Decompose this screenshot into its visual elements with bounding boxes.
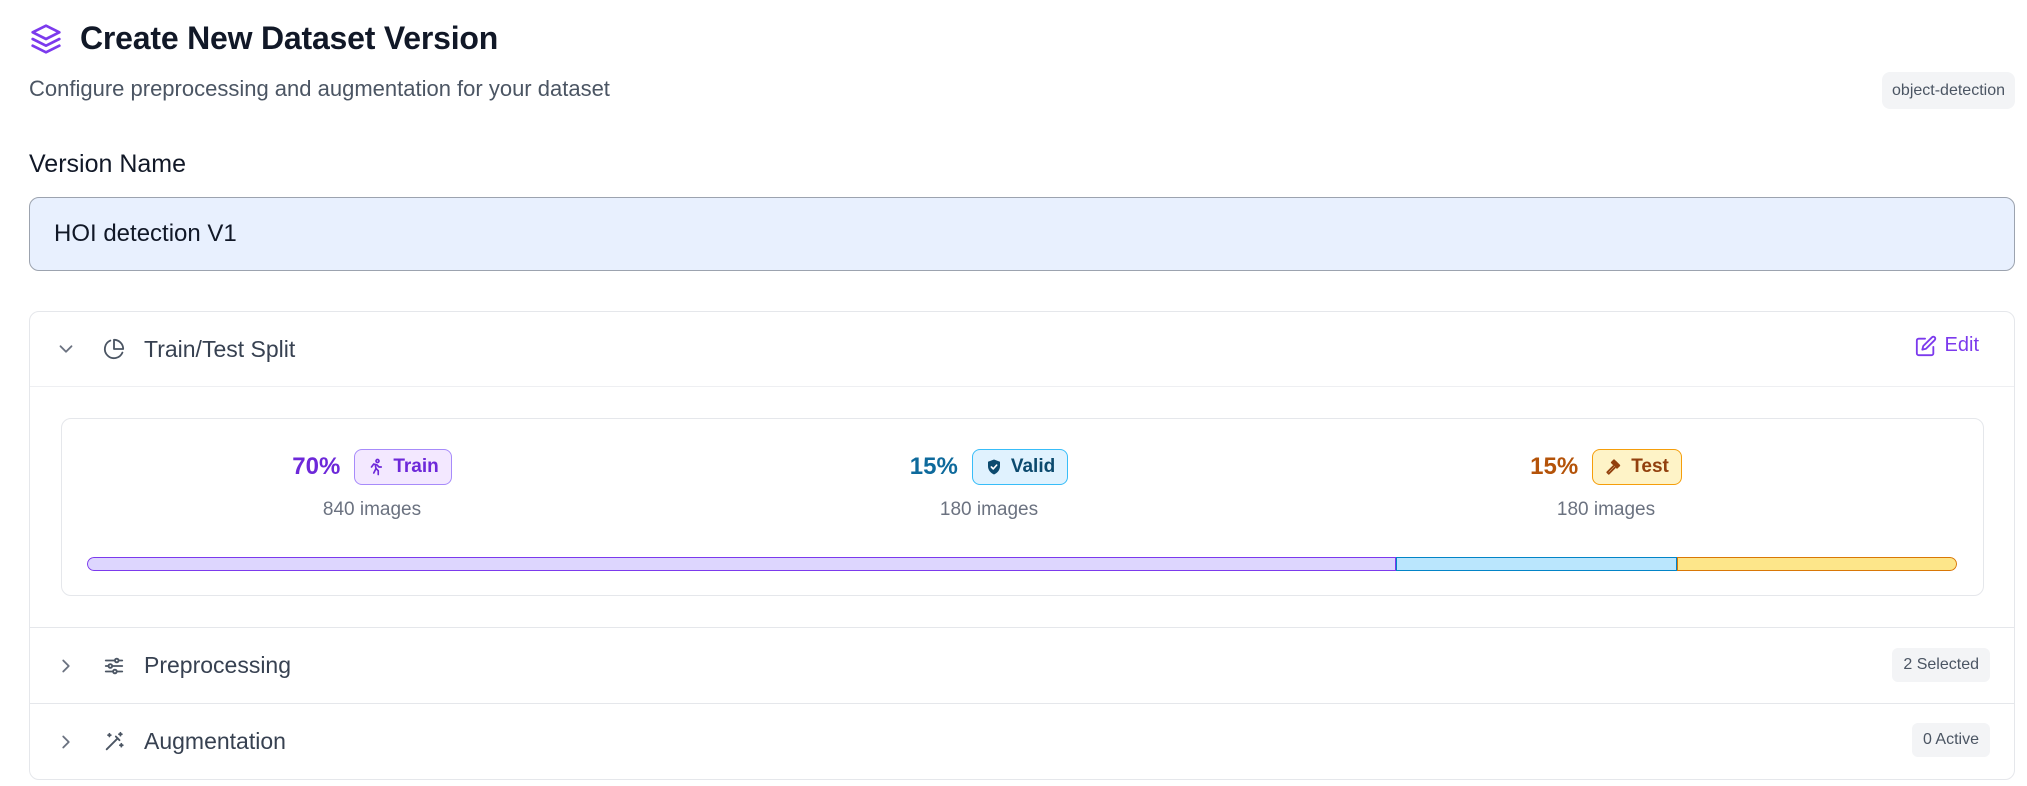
pie-chart-icon (100, 335, 128, 363)
image-count: 180 images (939, 499, 1039, 520)
split-progress-bar (87, 557, 1957, 571)
edit-icon (1915, 335, 1936, 356)
task-type-badge: object-detection (1882, 72, 2015, 109)
edit-split-button[interactable]: Edit (1915, 334, 1979, 357)
version-name-label: Version Name (29, 150, 187, 178)
split-percent: 15% (909, 453, 958, 480)
chevron-right-icon[interactable] (52, 652, 80, 680)
section-title: Augmentation (144, 728, 286, 754)
split-valid: 15% Valid 180 images (679, 449, 1299, 521)
split-train: 70% Train 840 images (62, 449, 682, 521)
section-header-augmentation[interactable]: Augmentation 0 Active (30, 703, 2014, 779)
augmentation-count-badge: 0 Active (1911, 723, 1990, 757)
version-name-input[interactable] (29, 197, 2015, 271)
split-percent: 15% (1530, 453, 1579, 480)
valid-label: Valid (1010, 456, 1056, 477)
hammer-icon (1606, 459, 1621, 475)
sliders-icon (100, 652, 128, 680)
page-subtitle: Configure preprocessing and augmentation… (29, 76, 610, 101)
test-label: Test (1631, 456, 1669, 477)
split-test: 15% Test 180 images (1296, 449, 1916, 521)
preprocessing-count-badge: 2 Selected (1892, 648, 1990, 682)
train-badge: Train (354, 449, 452, 485)
section-title: Preprocessing (144, 652, 292, 678)
train-label: Train (393, 456, 439, 477)
image-count: 840 images (322, 499, 422, 520)
bar-segment-test (1676, 557, 1957, 571)
valid-badge: Valid (971, 449, 1069, 485)
section-title: Train/Test Split (144, 335, 296, 362)
split-percent: 70% (292, 453, 341, 480)
chevron-right-icon[interactable] (52, 728, 80, 756)
test-badge: Test (1592, 449, 1682, 485)
settings-card: Train/Test Split Edit 70% Train 840 imag… (29, 311, 2015, 780)
shield-check-icon (987, 459, 1000, 475)
page-title: Create New Dataset Version (80, 20, 499, 56)
bar-segment-valid (1396, 557, 1677, 571)
section-header-preprocessing[interactable]: Preprocessing 2 Selected (30, 627, 2014, 704)
chevron-down-icon[interactable] (52, 335, 80, 363)
split-summary: 70% Train 840 images 15% Valid 180 image… (61, 418, 1984, 596)
edit-label: Edit (1944, 334, 1979, 356)
page-header: Create New Dataset Version (29, 20, 498, 57)
image-count: 180 images (1556, 499, 1656, 520)
layers-icon (29, 22, 63, 56)
section-header-train-test-split[interactable]: Train/Test Split Edit (30, 312, 2014, 387)
runner-icon (370, 458, 383, 476)
magic-wand-icon (100, 728, 128, 756)
page: Create New Dataset Version Configure pre… (0, 0, 2027, 786)
bar-segment-train (87, 557, 1396, 571)
